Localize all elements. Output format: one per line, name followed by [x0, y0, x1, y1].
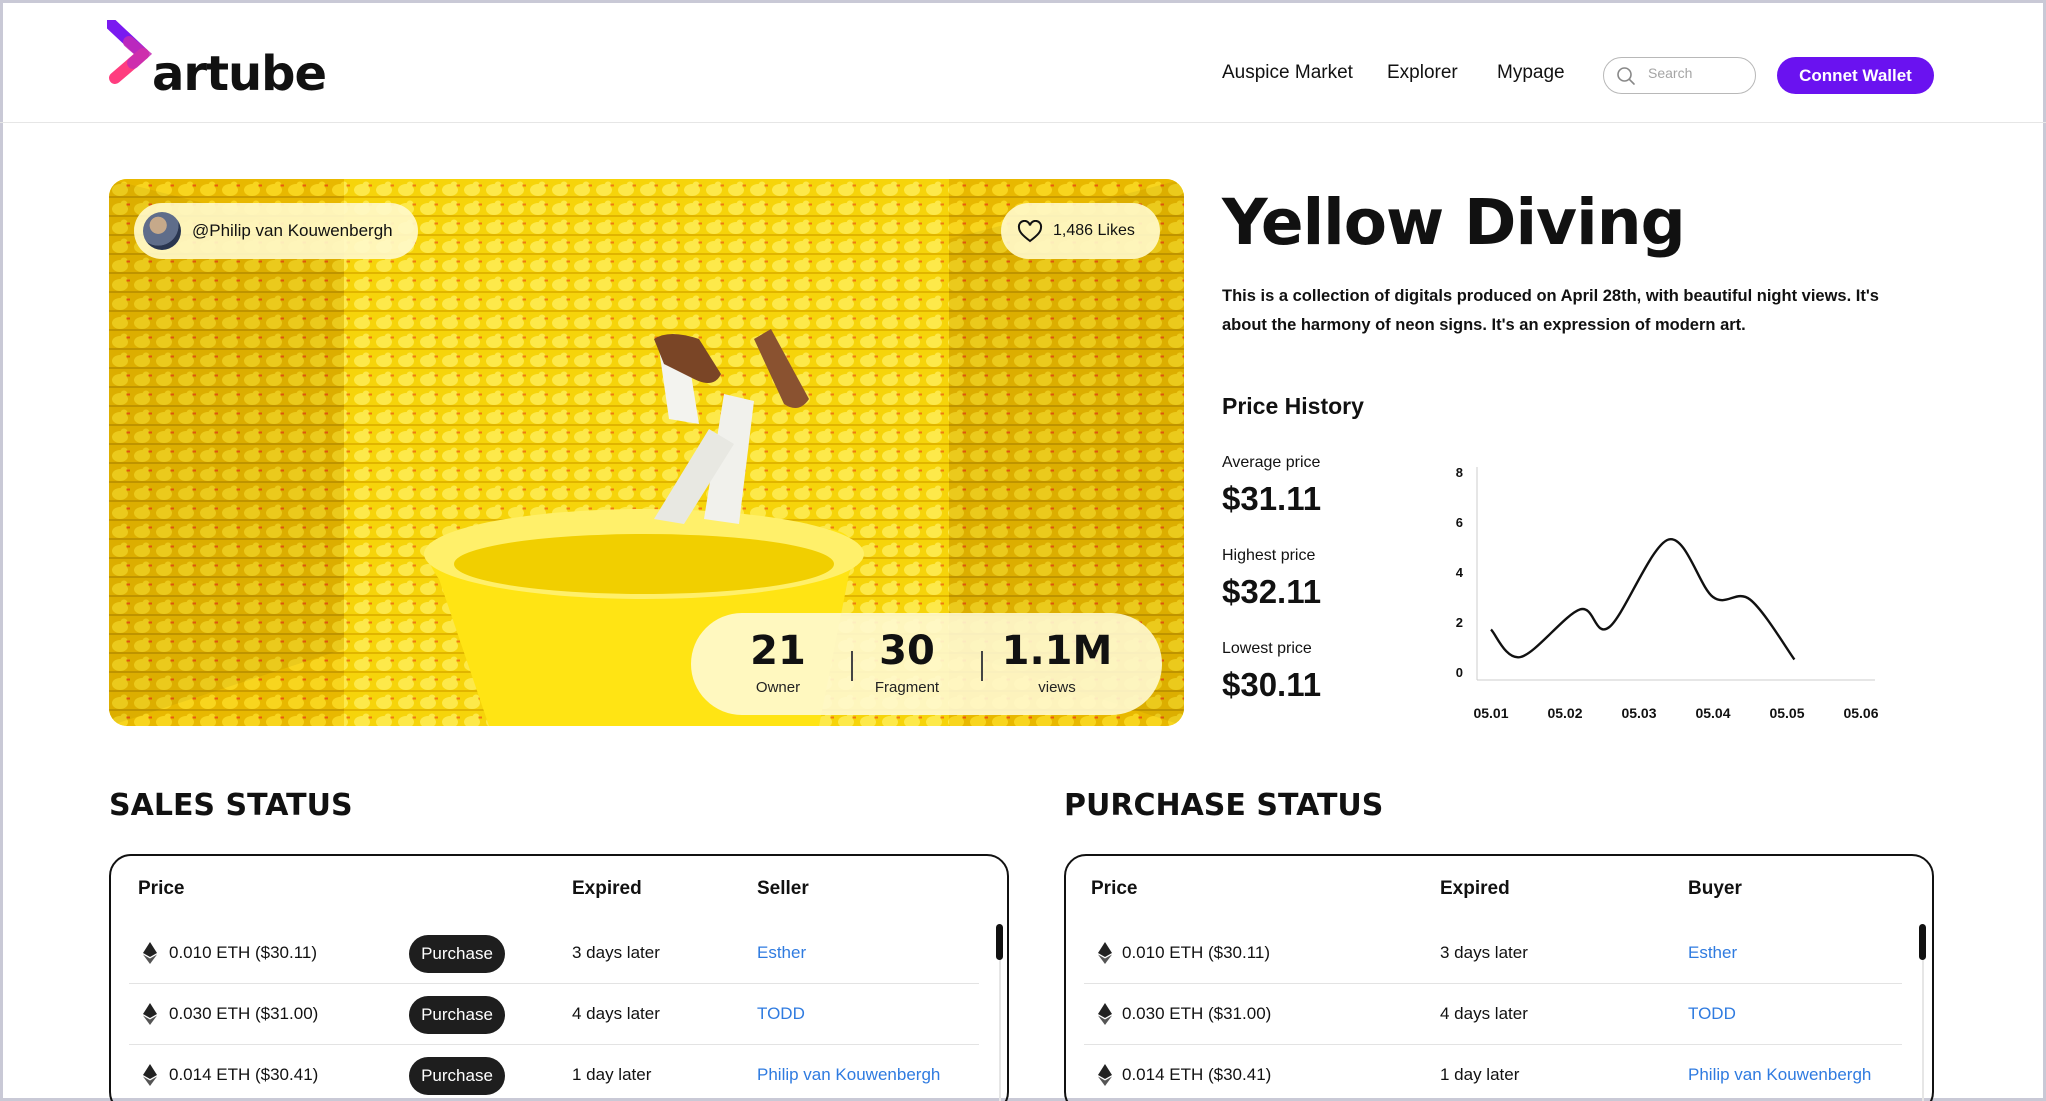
average-price-value: $31.11 [1222, 480, 1322, 517]
purchase-header-buyer: Buyer [1688, 878, 1742, 899]
nav-mypage[interactable]: Mypage [1497, 62, 1565, 84]
sales-expired: 3 days later [572, 943, 660, 962]
chart-x-tick-label: 05.01 [1473, 705, 1508, 721]
table-row: 0.010 ETH ($30.11) 3 days later Esther [1084, 924, 1902, 984]
artwork-description: This is a collection of digitals produce… [1222, 287, 1879, 334]
logo-text: artube [152, 46, 327, 102]
sales-status-table: Price Expired Seller 0.010 ETH ($30.11) … [109, 854, 1009, 1101]
purchase-status-title: PURCHASE STATUS [1064, 788, 1384, 823]
creator-name: @Philip van Kouwenbergh [192, 221, 393, 240]
eth-icon [1098, 942, 1112, 964]
chart-x-tick-label: 05.05 [1769, 705, 1804, 721]
chart-y-tick-label: 0 [1456, 665, 1463, 680]
creator-avatar [143, 212, 181, 250]
purchase-button[interactable]: Purchase [409, 996, 505, 1034]
seller-link[interactable]: Philip van Kouwenbergh [757, 1065, 940, 1085]
stat-fragment-label: Fragment [874, 679, 940, 696]
table-row: 0.014 ETH ($30.41) 1 day later Philip va… [1084, 1046, 1902, 1101]
chart-y-tick-label: 4 [1456, 565, 1464, 580]
stat-owner: 21 Owner [713, 629, 843, 696]
buyer-link[interactable]: Esther [1688, 943, 1737, 963]
chart-x-tick-label: 05.06 [1843, 705, 1878, 721]
stat-divider [981, 651, 983, 681]
price-history-title: Price History [1222, 393, 1364, 419]
eth-icon [143, 1064, 157, 1086]
stat-fragment-value: 30 [879, 628, 935, 674]
lowest-price-label: Lowest price [1222, 640, 1312, 657]
stat-views-value: 1.1M [1001, 628, 1113, 674]
table-row: 0.030 ETH ($31.00) Purchase 4 days later… [129, 985, 979, 1045]
highest-price-label: Highest price [1222, 547, 1316, 564]
chart-y-tick-label: 2 [1456, 615, 1463, 630]
table-row: 0.030 ETH ($31.00) 4 days later TODD [1084, 985, 1902, 1045]
sales-price: 0.014 ETH ($30.41) [169, 1065, 319, 1084]
eth-icon [143, 942, 157, 964]
sales-header-seller: Seller [757, 878, 809, 899]
purchase-expired: 3 days later [1440, 943, 1528, 962]
heart-icon [1017, 220, 1043, 243]
nav-auspice-market[interactable]: Auspice Market [1222, 62, 1353, 84]
purchase-price: 0.014 ETH ($30.41) [1122, 1065, 1272, 1084]
chart-x-tick-label: 05.03 [1621, 705, 1656, 721]
purchase-button[interactable]: Purchase [409, 935, 505, 973]
lowest-price-value: $30.11 [1222, 666, 1322, 703]
sales-header-expired: Expired [572, 878, 642, 899]
sales-price: 0.030 ETH ($31.00) [169, 1004, 319, 1023]
average-price-label: Average price [1222, 454, 1321, 471]
stat-owner-value: 21 [750, 628, 806, 674]
chart-series-line [1490, 538, 1796, 661]
logo-mark-icon [107, 20, 153, 84]
stat-owner-label: Owner [755, 679, 801, 696]
artwork-image: @Philip van Kouwenbergh 1,486 Likes 21 O… [109, 179, 1184, 726]
artwork-stats: 21 Owner 30 Fragment 1.1M views [691, 613, 1162, 715]
search-icon [1617, 67, 1635, 85]
nav-explorer[interactable]: Explorer [1387, 62, 1458, 84]
purchase-header-price: Price [1091, 878, 1138, 899]
purchase-price: 0.030 ETH ($31.00) [1122, 1004, 1272, 1023]
sales-expired: 4 days later [572, 1004, 660, 1023]
seller-link[interactable]: Esther [757, 943, 806, 963]
sales-expired: 1 day later [572, 1065, 652, 1084]
sales-header-price: Price [138, 878, 185, 899]
sales-scrollbar[interactable] [996, 924, 1003, 960]
stat-views: 1.1M views [992, 629, 1122, 696]
stat-fragment: 30 Fragment [842, 629, 972, 696]
purchase-header-expired: Expired [1440, 878, 1510, 899]
artwork-title: Yellow Diving [1222, 186, 1686, 259]
table-row: 0.010 ETH ($30.11) Purchase 3 days later… [129, 924, 979, 984]
eth-icon [1098, 1003, 1112, 1025]
purchase-button[interactable]: Purchase [409, 1057, 505, 1095]
eth-icon [1098, 1064, 1112, 1086]
top-header: artube Auspice Market Explorer Mypage Co… [0, 0, 2046, 123]
purchase-expired: 4 days later [1440, 1004, 1528, 1023]
purchase-status-table: Price Expired Buyer 0.010 ETH ($30.11) 3… [1064, 854, 1934, 1101]
table-row: 0.014 ETH ($30.41) Purchase 1 day later … [129, 1046, 979, 1101]
seller-link[interactable]: TODD [757, 1004, 805, 1024]
likes-count: 1,486 Likes [1053, 222, 1135, 239]
chart-y-tick-label: 8 [1456, 465, 1463, 480]
buyer-link[interactable]: TODD [1688, 1004, 1736, 1024]
purchase-scrollbar[interactable] [1919, 924, 1926, 960]
buyer-link[interactable]: Philip van Kouwenbergh [1688, 1065, 1871, 1085]
search-box[interactable] [1603, 57, 1756, 94]
price-history-chart: 0 2 4 6 8 05.01 05.02 05.03 05.04 05.05 05.06 [1456, 465, 1879, 721]
chart-x-tick-label: 05.02 [1547, 705, 1582, 721]
stat-views-label: views [1038, 679, 1076, 696]
creator-badge[interactable]: @Philip van Kouwenbergh [134, 203, 418, 259]
chart-y-tick-label: 6 [1456, 515, 1463, 530]
highest-price-value: $32.11 [1222, 573, 1322, 610]
likes-button[interactable]: 1,486 Likes [1001, 203, 1160, 259]
eth-icon [143, 1003, 157, 1025]
search-input[interactable] [1648, 65, 1748, 81]
purchase-price: 0.010 ETH ($30.11) [1122, 943, 1271, 962]
purchase-expired: 1 day later [1440, 1065, 1520, 1084]
chart-x-tick-label: 05.04 [1695, 705, 1730, 721]
sales-status-title: SALES STATUS [109, 788, 353, 823]
sales-price: 0.010 ETH ($30.11) [169, 943, 318, 962]
connect-wallet-button[interactable]: Connet Wallet [1777, 57, 1934, 94]
artube-logo[interactable]: artube [107, 20, 347, 102]
